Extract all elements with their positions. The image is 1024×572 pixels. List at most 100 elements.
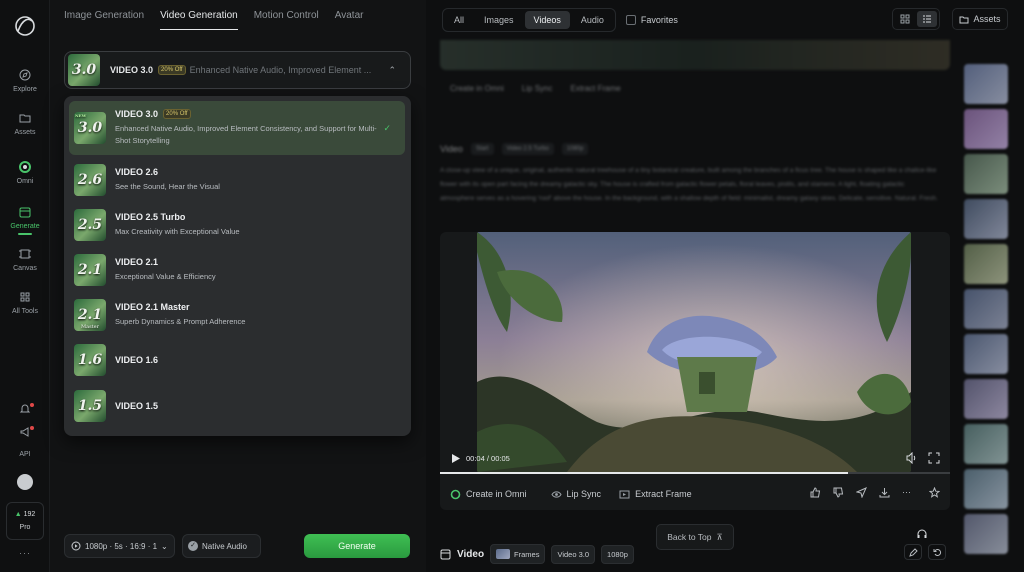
grid-view-button[interactable] <box>895 11 915 27</box>
leaf-icon: ▲ <box>14 511 22 518</box>
model-name: VIDEO 3.0 20% Off <box>110 65 186 76</box>
model-name-text: VIDEO 3.0 <box>110 64 154 75</box>
assets-label: Assets <box>973 14 1001 24</box>
back-to-top-button[interactable]: Back to Top ⊼ <box>656 524 734 550</box>
result-thumbnail[interactable] <box>964 244 1008 284</box>
tab-image-generation[interactable]: Image Generation <box>64 10 144 30</box>
more-icon[interactable]: ··· <box>902 487 911 498</box>
result-thumbnail[interactable] <box>964 334 1008 374</box>
option-description: Enhanced Native Audio, Improved Element … <box>115 124 377 146</box>
model-option-video-3-0[interactable]: NEW 3.0 VIDEO 3.0 20% Off Enhanced Native … <box>69 101 405 155</box>
filter-row: All Images Videos Audio Favorites <box>442 8 678 32</box>
generation-tabs: Image Generation Video Generation Motion… <box>64 10 363 30</box>
notification-dot <box>30 403 34 407</box>
active-indicator <box>18 233 32 235</box>
option-title: VIDEO 2.1 Master <box>115 302 190 312</box>
section-header: Video Start Video 2.5 Turbo 1080p <box>440 141 950 157</box>
lip-sync-button[interactable]: Lip Sync <box>550 489 602 500</box>
favorites-checkbox[interactable]: Favorites <box>625 15 678 25</box>
retry-button[interactable] <box>928 544 946 560</box>
fullscreen-icon[interactable] <box>928 452 940 464</box>
filter-audio[interactable]: Audio <box>572 11 613 29</box>
sidebar-item-generate[interactable]: Generate <box>0 205 50 235</box>
result-thumbnail[interactable] <box>964 379 1008 419</box>
tab-avatar[interactable]: Avatar <box>335 10 364 30</box>
extract-frame-link[interactable]: Extract Frame <box>570 84 620 98</box>
native-audio-label: Native Audio <box>202 541 247 551</box>
sidebar-item-omni[interactable]: Omni <box>0 160 50 185</box>
result-thumbnail[interactable] <box>964 289 1008 329</box>
create-in-omni-button[interactable]: Create in Omni <box>450 489 527 500</box>
sidebar-item-label: Omni <box>16 178 34 185</box>
new-label: NEW <box>75 113 87 118</box>
thumb-sublabel: Master <box>80 324 100 330</box>
model-thumbnail: 2.5 <box>74 209 106 241</box>
result-thumbnail[interactable] <box>964 424 1008 464</box>
result-thumbnail[interactable] <box>964 64 1008 104</box>
avatar[interactable] <box>17 474 33 490</box>
headset-icon[interactable] <box>916 528 928 540</box>
tab-video-generation[interactable]: Video Generation <box>160 10 238 30</box>
result-thumbnail[interactable] <box>964 154 1008 194</box>
option-title: VIDEO 2.5 Turbo <box>115 212 186 222</box>
result-thumbnail[interactable] <box>964 514 1008 554</box>
edit-button[interactable] <box>904 544 922 560</box>
option-description: See the Sound, Hear the Visual <box>115 182 220 191</box>
option-title: VIDEO 3.0 <box>115 108 159 119</box>
lip-sync-link[interactable]: Lip Sync <box>522 84 553 98</box>
eye-icon <box>550 490 562 498</box>
model-option-video-1-5[interactable]: 1.5 VIDEO 1.5 <box>69 379 405 433</box>
credits-count: 192 <box>23 511 36 518</box>
logo-icon[interactable] <box>13 14 37 38</box>
play-icon[interactable] <box>451 453 461 464</box>
thumbs-up-icon[interactable] <box>810 487 821 498</box>
sidebar-item-all-tools[interactable]: All Tools <box>0 290 50 315</box>
model-thumbnail: 2.1 Master <box>74 299 106 331</box>
extract-frame-button[interactable]: Extract Frame <box>619 489 692 500</box>
refresh-icon <box>933 548 941 556</box>
chip: Start <box>470 143 494 155</box>
thumbs-down-icon[interactable] <box>833 487 844 498</box>
app: Explore Assets Omni Generate Canvas All … <box>0 0 1024 572</box>
volume-icon[interactable] <box>906 452 918 464</box>
result-thumbnail[interactable] <box>964 469 1008 509</box>
result-thumbnail[interactable] <box>964 199 1008 239</box>
sidebar-item-canvas[interactable]: Canvas <box>0 247 50 272</box>
result-thumbnail[interactable] <box>964 109 1008 149</box>
download-icon[interactable] <box>879 487 890 498</box>
arrow-up-icon: ⊼ <box>716 531 723 542</box>
thumb-label: 2.1 <box>77 307 103 323</box>
list-view-button[interactable] <box>917 11 937 27</box>
frames-thumbnail <box>496 549 511 559</box>
model-thumbnail: 1.5 <box>74 390 106 422</box>
api-link[interactable]: API <box>0 451 50 458</box>
generate-button[interactable]: Generate <box>304 534 410 558</box>
assets-button[interactable]: Assets <box>952 8 1008 30</box>
video-progress-bar[interactable] <box>440 472 950 474</box>
filter-videos[interactable]: Videos <box>524 11 570 29</box>
native-audio-toggle[interactable]: ✓ Native Audio <box>182 534 261 558</box>
video-params-select[interactable]: 1080p · 5s · 16:9 · 1 ⌄ <box>64 534 175 558</box>
model-thumbnail: 2.6 <box>74 164 106 196</box>
create-in-omni-link[interactable]: Create in Omni <box>450 84 504 98</box>
video-section-title: Video <box>440 144 463 154</box>
filter-images[interactable]: Images <box>475 11 523 29</box>
grid-icon <box>900 14 910 24</box>
video-player[interactable] <box>477 232 911 472</box>
omni-icon <box>450 489 461 499</box>
tab-motion-control[interactable]: Motion Control <box>254 10 319 30</box>
sidebar-item-explore[interactable]: Explore <box>0 68 50 93</box>
lip-sync-label: Lip Sync <box>566 489 602 499</box>
sidebar-item-assets[interactable]: Assets <box>0 111 50 136</box>
discount-badge: 20% Off <box>163 109 191 120</box>
back-to-top-label: Back to Top <box>667 532 712 542</box>
model-thumbnail: 3.0 <box>68 54 100 86</box>
credits-badge[interactable]: ▲ 192 Pro <box>6 502 44 540</box>
section-tools <box>904 544 946 560</box>
option-description: Superb Dynamics & Prompt Adherence <box>115 317 246 326</box>
star-icon[interactable] <box>929 487 940 498</box>
share-icon[interactable] <box>856 487 867 498</box>
filter-all[interactable]: All <box>445 11 473 29</box>
model-select[interactable]: 3.0 VIDEO 3.0 20% Off Enhanced Native Aud… <box>64 51 411 89</box>
more-icon[interactable]: ··· <box>19 548 31 558</box>
